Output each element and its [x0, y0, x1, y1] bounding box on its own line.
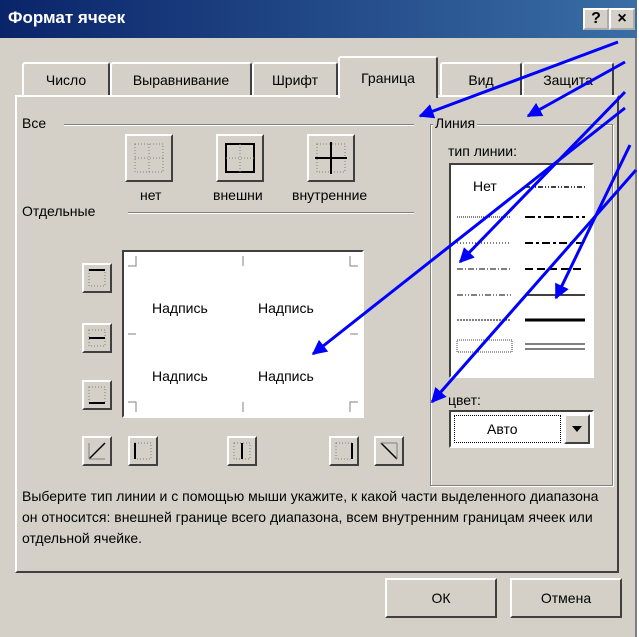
preview-text: Надпись [258, 300, 314, 316]
dropdown-button[interactable] [564, 414, 590, 444]
preset-none-icon [134, 143, 164, 173]
diagonal-up-icon [88, 442, 106, 460]
tab-patterns[interactable]: Вид [440, 62, 522, 96]
format-cells-dialog: Формат ячеек ? × Число Выравнивание Шриф… [0, 0, 637, 637]
tab-font[interactable]: Шрифт [252, 62, 338, 96]
tab-protection[interactable]: Защита [522, 62, 614, 96]
preview-corner-marks [128, 256, 358, 412]
line-style-samples [456, 186, 585, 353]
cancel-button[interactable]: Отмена [510, 578, 622, 618]
tab-border[interactable]: Граница [338, 56, 438, 98]
line-style-list[interactable]: Нет [449, 163, 594, 378]
tab-number[interactable]: Число [22, 62, 110, 96]
border-bottom-button[interactable] [82, 380, 112, 410]
border-inside-horizontal-icon [88, 329, 106, 347]
border-diagonal-up-button[interactable] [82, 436, 112, 466]
border-inside-vertical-icon [233, 442, 251, 460]
border-right-button[interactable] [329, 436, 359, 466]
preview-text: Надпись [152, 368, 208, 384]
border-top-button[interactable] [82, 263, 112, 293]
tab-alignment[interactable]: Выравнивание [110, 62, 252, 96]
border-preview[interactable]: Надпись Надпись Надпись Надпись [122, 250, 364, 418]
dialog-title: Формат ячеек [8, 8, 126, 27]
presets-separator [64, 124, 414, 126]
border-right-icon [335, 442, 353, 460]
preset-none-button[interactable] [125, 134, 173, 182]
preset-outline-button[interactable] [216, 134, 264, 182]
preview-text: Надпись [152, 300, 208, 316]
preset-outline-label: внешни [213, 187, 263, 203]
description-text: Выберите тип линии и с помощью мыши укаж… [22, 488, 599, 546]
preview-text: Надпись [258, 368, 314, 384]
preset-outline-icon [225, 143, 255, 173]
line-group-label: Линия [433, 115, 478, 131]
border-inside-horizontal-button[interactable] [82, 323, 112, 353]
line-style-label: тип линии: [448, 143, 517, 159]
dropdown-arrow-icon [572, 426, 582, 432]
border-inside-vertical-button[interactable] [227, 436, 257, 466]
border-bottom-icon [88, 386, 106, 404]
border-left-button[interactable] [128, 436, 158, 466]
border-separator [128, 212, 414, 214]
preset-inside-label: внутренние [292, 187, 368, 203]
presets-group-label: Все [20, 115, 49, 131]
line-color-label: цвет: [448, 392, 481, 408]
border-group-label: Отдельные [20, 203, 98, 219]
line-color-value: Авто [487, 421, 518, 437]
title-bar: Формат ячеек ? × [0, 0, 637, 38]
border-top-icon [88, 269, 106, 287]
preset-inside-icon [315, 142, 347, 174]
help-button[interactable]: ? [583, 8, 609, 30]
border-diagonal-down-button[interactable] [374, 436, 404, 466]
diagonal-down-icon [380, 442, 398, 460]
line-color-select[interactable]: Авто [449, 410, 594, 448]
preset-none-label: нет [140, 187, 162, 203]
close-button[interactable]: × [609, 8, 635, 30]
ok-button[interactable]: ОК [385, 578, 497, 618]
preset-inside-button[interactable] [307, 134, 355, 182]
border-left-icon [134, 442, 152, 460]
